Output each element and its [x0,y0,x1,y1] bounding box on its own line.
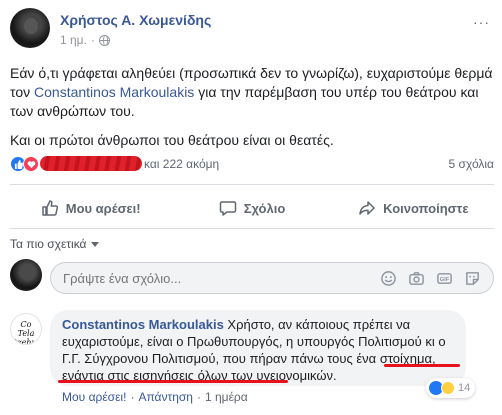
post-meta: 1 ημ. · [60,33,110,47]
comments-count[interactable]: 5 σχόλια [449,157,494,171]
camera-icon[interactable] [408,270,425,287]
comment-reply-link[interactable]: Απάντηση [138,390,193,404]
comment-reactions-badge[interactable]: 14 [426,378,476,398]
love-reaction-icon[interactable] [23,156,39,172]
comment-composer: GIF [50,262,494,294]
comment-actions-sep-2: · [196,390,201,404]
more-options-button[interactable]: ··· [473,14,490,30]
annotation-underline-2 [58,380,288,383]
haha-mini-icon [441,381,455,395]
share-button-label: Κοινοποίηστε [383,200,469,216]
like-button-label: Μου αρέσει! [65,200,141,216]
mention-link[interactable]: Constantinos Markoulakis [34,84,194,100]
facebook-post: Χρήστος Α. Χωμενίδης 1 ημ. · ··· Εάν ό,τ… [0,0,502,415]
comment-actions: Μου αρέσει! · Απάντηση · 1 ημέρα [62,390,248,404]
redacted-names-scribble [40,156,142,171]
comment-sort-dropdown[interactable]: Τα πιο σχετικά [10,237,99,251]
annotation-underline-1 [384,364,460,367]
commenter-avatar[interactable]: Co Tela Itzehuv [10,313,42,345]
reactions-others-text[interactable]: και 222 ακόμη [144,157,219,171]
post-body: Εάν ό,τι γράφεται αληθεύει (προσωπικά δε… [10,64,494,160]
speech-bubble-icon [219,201,236,216]
comment-author[interactable]: Constantinos Markoulakis [62,317,224,332]
like-button[interactable]: Μου αρέσει! [10,192,171,224]
current-user-avatar[interactable] [10,259,42,291]
gif-icon[interactable]: GIF [436,270,453,287]
commenter-avatar-text: Co Tela Itzehuv [11,320,42,345]
post-paragraph-2: Και οι πρώτοι άνθρωποι του θεάτρου είναι… [10,132,334,148]
share-button[interactable]: Κοινοποίηστε [333,192,494,224]
share-arrow-icon [359,201,375,215]
composer-icon-row: GIF [380,270,481,287]
comment-button-label: Σχόλιο [243,200,286,216]
globe-icon [98,34,110,46]
post-header: Χρήστος Α. Χωμενίδης 1 ημ. · ··· [10,8,490,52]
comment-sort-label: Τα πιο σχετικά [10,237,87,251]
post-author-name[interactable]: Χρήστος Α. Χωμενίδης [60,12,211,28]
reactions-summary: και 222 ακόμη 5 σχόλια [10,154,494,174]
comment-bubble: Constantinos Markoulakis Χρήστο, αν κάπο… [50,310,466,386]
post-paragraph-1: Εάν ό,τι γράφεται αληθεύει (προσωπικά δε… [10,64,494,121]
svg-text:GIF: GIF [440,277,450,283]
comment-time[interactable]: 1 ημέρα [205,390,248,404]
emoji-icon[interactable] [380,270,397,287]
author-avatar[interactable] [10,8,50,48]
comment-reaction-count: 14 [458,382,471,394]
comment-input[interactable] [63,271,303,286]
comment-button[interactable]: Σχόλιο [171,192,332,224]
divider-top [10,184,494,185]
comment-text: Constantinos Markoulakis Χρήστο, αν κάπο… [62,316,458,384]
comment-like-link[interactable]: Μου αρέσει! [62,390,126,404]
chevron-down-icon [90,241,99,247]
post-actions: Μου αρέσει! Σχόλιο Κοινοποίηστε [10,192,494,224]
comment-actions-sep-1: · [130,390,135,404]
meta-separator: · [90,33,95,47]
sticker-icon[interactable] [464,270,481,287]
thumbs-up-icon [41,200,58,216]
divider-bottom [10,228,494,229]
post-time[interactable]: 1 ημ. [60,33,87,47]
